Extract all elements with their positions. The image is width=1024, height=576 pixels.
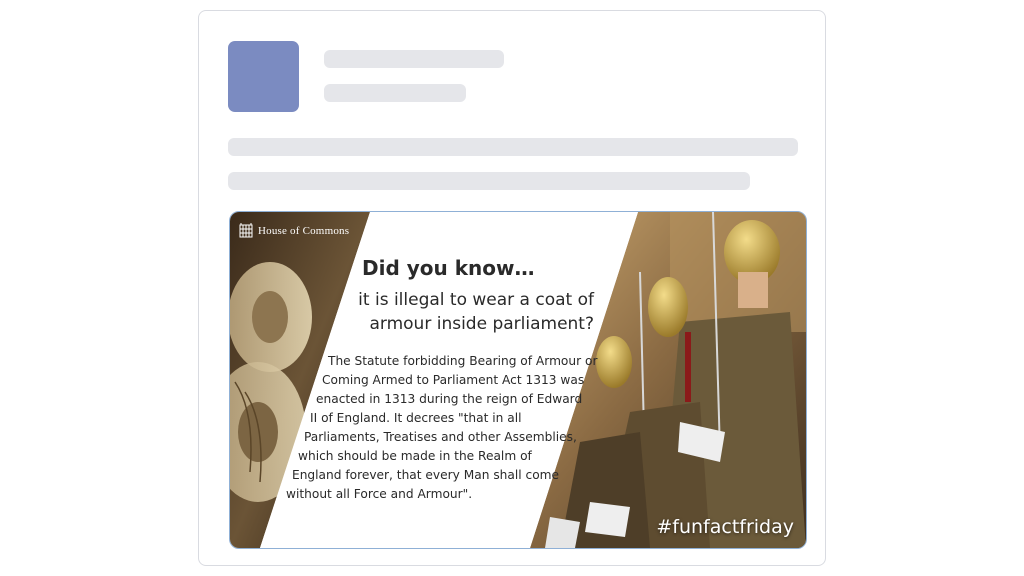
body-line: The Statute forbidding Bearing of Armour… [328,354,598,368]
body-line: Parliaments, Treatises and other Assembl… [304,430,577,444]
house-of-commons-logo: House of Commons [239,223,349,239]
post-image[interactable]: House of Commons Did you know… it is ill… [229,211,807,549]
body-line: England forever, that every Man shall co… [292,468,560,482]
text-line-placeholder [228,138,798,156]
fact-body: The Statute forbidding Bearing of Armour… [280,352,598,504]
post-card: House of Commons Did you know… it is ill… [198,10,826,566]
author-name-placeholder [324,50,504,68]
question-line: it is illegal to wear a coat of [358,290,594,310]
portcullis-icon [239,223,253,238]
question-text: it is illegal to wear a coat of armour i… [334,288,594,336]
body-line: II of England. It decrees "that in all [310,411,522,425]
brand-label: House of Commons [258,225,350,237]
avatar[interactable] [228,41,299,112]
body-line: which should be made in the Realm of [298,449,532,463]
post-meta-placeholder [324,84,466,102]
body-line: without all Force and Armour". [286,487,473,501]
body-line: enacted in 1313 during the reign of Edwa… [316,392,583,406]
body-line: Coming Armed to Parliament Act 1313 was [322,373,585,387]
text-line-placeholder [228,172,750,190]
headline: Did you know… [362,256,535,280]
question-line: armour inside parliament? [369,314,594,334]
hashtag[interactable]: #funfactfriday [656,516,794,538]
